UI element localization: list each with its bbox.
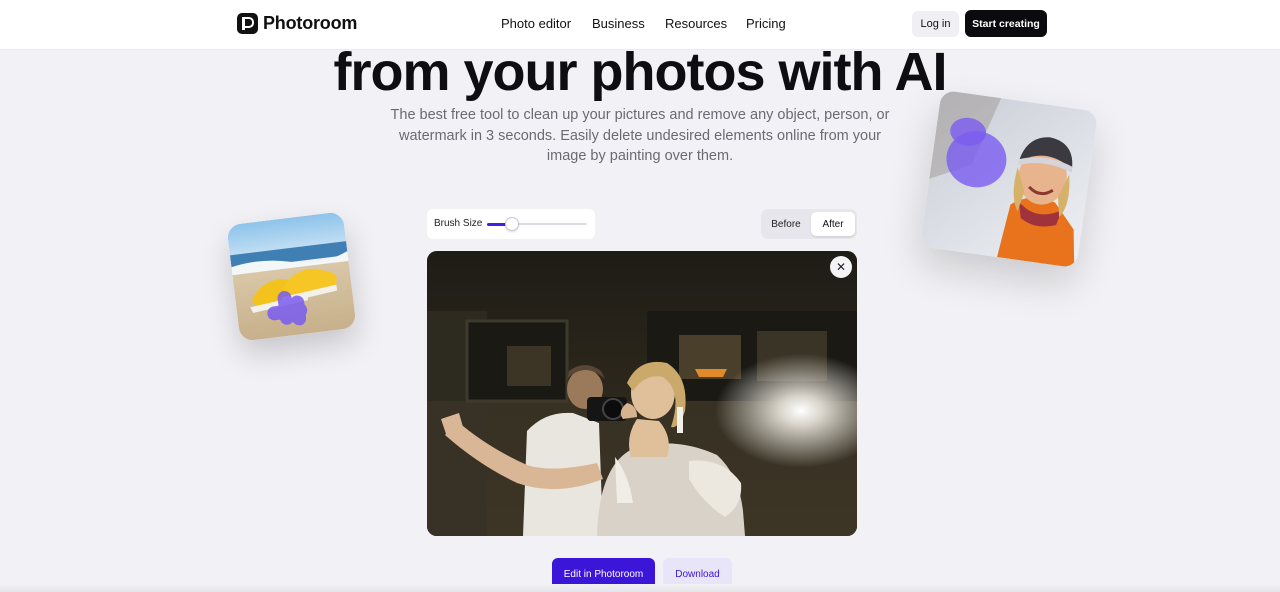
nav-link-business[interactable]: Business: [592, 16, 645, 31]
nav-link-photo-editor[interactable]: Photo editor: [501, 16, 571, 31]
brush-size-slider-thumb[interactable]: [505, 217, 519, 231]
after-toggle-button[interactable]: After: [811, 212, 855, 236]
hero-subtitle: The best free tool to clean up your pict…: [390, 107, 890, 164]
close-icon[interactable]: ✕: [830, 256, 852, 278]
sneakers-example-image: [226, 211, 357, 342]
edited-photo[interactable]: [427, 251, 857, 536]
before-after-toggle: Before After: [761, 209, 857, 239]
nav-link-pricing[interactable]: Pricing: [746, 16, 786, 31]
brush-size-panel: Brush Size: [427, 209, 595, 239]
hero-title: from your photos with AI: [333, 42, 948, 102]
snow-portrait-example-image: [919, 89, 1099, 269]
before-toggle-button[interactable]: Before: [764, 212, 808, 236]
page-bottom-edge: [0, 584, 1280, 592]
brush-size-label: Brush Size: [434, 218, 483, 229]
nav-link-resources[interactable]: Resources: [665, 16, 727, 31]
brush-size-slider[interactable]: [487, 217, 587, 231]
start-creating-button[interactable]: Start creating: [965, 10, 1047, 37]
login-button[interactable]: Log in: [912, 11, 959, 37]
main-nav: Photo editor Business Resources Pricing: [0, 16, 1280, 34]
